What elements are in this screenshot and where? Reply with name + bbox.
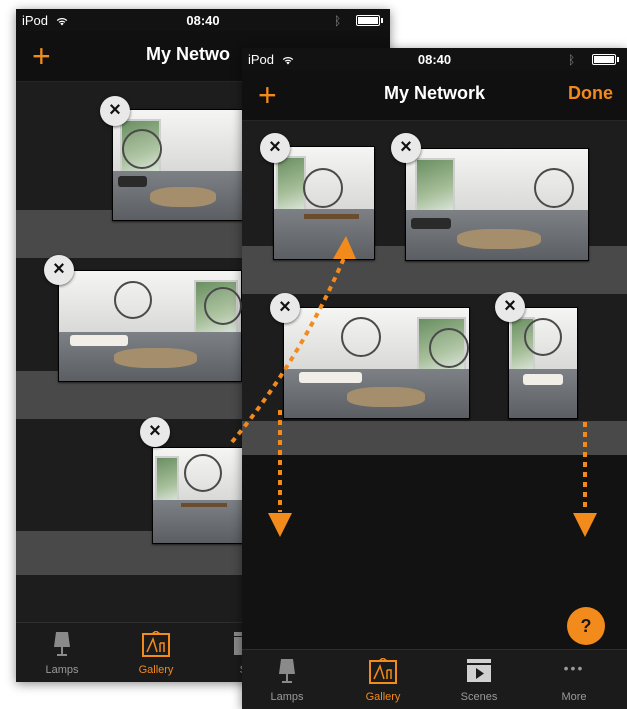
arrow-down-icon (573, 513, 597, 537)
drag-arrows (230, 236, 597, 537)
arrow-down-icon (268, 513, 292, 537)
arrow-up-icon (333, 236, 356, 259)
drag-path-up (230, 257, 346, 444)
